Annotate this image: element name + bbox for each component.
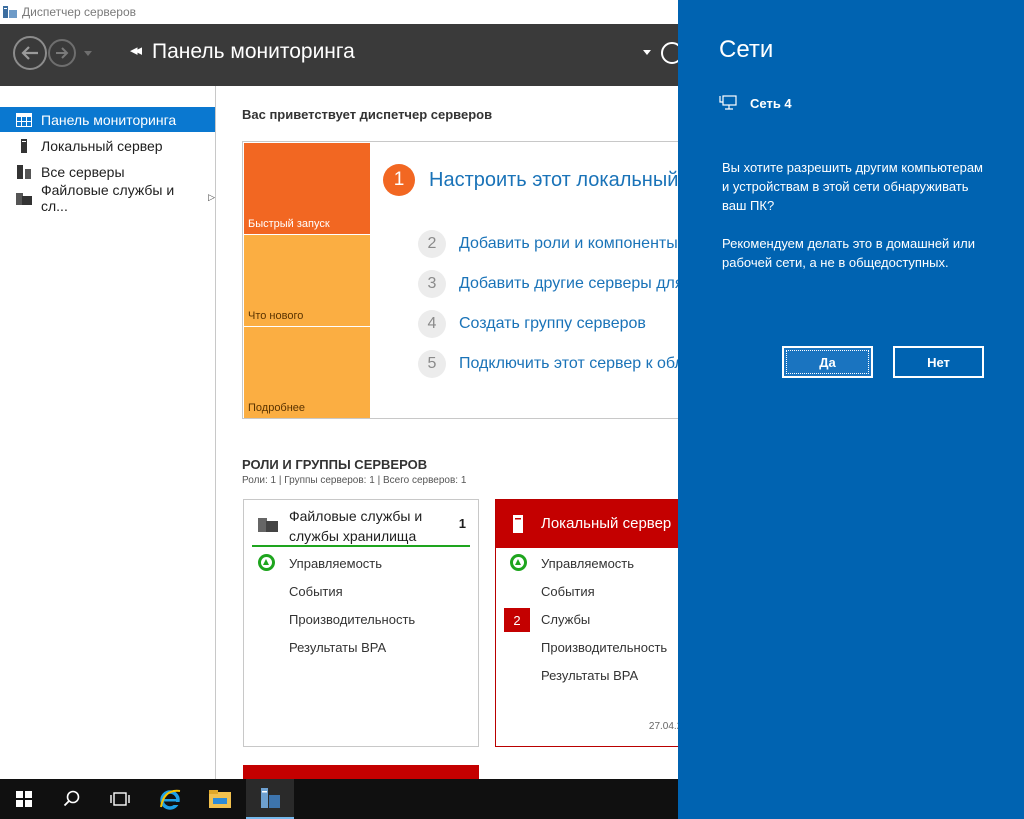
- server-icon: [16, 138, 32, 153]
- roles-heading: РОЛИ И ГРУППЫ СЕРВЕРОВ: [242, 457, 428, 472]
- step-add-roles[interactable]: 2 Добавить роли и компоненты: [418, 230, 678, 258]
- network-item: Сеть 4: [719, 95, 792, 111]
- networks-panel: Сети Сеть 4 Вы хотите разрешить другим к…: [678, 0, 1024, 819]
- card-title: Файловые службы и службы хранилища: [289, 506, 422, 546]
- internet-explorer-button[interactable]: [146, 779, 194, 819]
- networks-title: Сети: [719, 36, 774, 63]
- card-row-performance[interactable]: Производительность: [541, 640, 667, 655]
- file-services-icon: [258, 515, 278, 537]
- history-dropdown-icon[interactable]: [84, 51, 92, 56]
- server-manager-app-icon: [3, 5, 17, 19]
- sidebar-item-label: Все серверы: [41, 163, 125, 180]
- sidebar-item-label: Локальный сервер: [41, 137, 163, 154]
- forward-button[interactable]: [48, 39, 76, 67]
- status-ok-icon: [258, 554, 275, 571]
- step-number: 2: [418, 230, 446, 258]
- card-header[interactable]: Файловые службы и службы хранилища 1: [244, 500, 478, 548]
- file-services-icon: [16, 191, 32, 205]
- network-name: Сеть 4: [750, 95, 792, 111]
- start-button[interactable]: [0, 779, 48, 819]
- task-view-button[interactable]: [96, 779, 144, 819]
- tile-label: Быстрый запуск: [248, 218, 330, 230]
- card-row-bpa-results[interactable]: Результаты BPA: [541, 668, 638, 683]
- step-link[interactable]: Создать группу серверов: [459, 315, 646, 333]
- card-row-services[interactable]: Службы: [541, 612, 590, 627]
- tile-label: Что нового: [248, 310, 304, 322]
- search-button[interactable]: [48, 779, 96, 819]
- wired-network-icon: [719, 95, 737, 110]
- tile-whats-new[interactable]: Что нового: [244, 235, 370, 326]
- main-content: Вас приветствует диспетчер серверов Быст…: [216, 86, 801, 779]
- start-icon: [16, 791, 32, 807]
- discovery-recommendation: Рекомендуем делать это в домашней или ра…: [722, 236, 976, 270]
- sidebar-item-file-services[interactable]: Файловые службы и сл... ▷: [0, 182, 215, 214]
- task-view-icon: [110, 792, 130, 806]
- sidebar: Панель мониторинга Локальный сервер Все …: [0, 86, 216, 779]
- card-title-line2: службы хранилища: [289, 528, 417, 544]
- status-ok-line: [252, 545, 470, 547]
- taskbar: [0, 779, 680, 819]
- role-card-file-services[interactable]: Файловые службы и службы хранилища 1 Упр…: [243, 499, 479, 747]
- step-number: 3: [418, 270, 446, 298]
- back-button[interactable]: [13, 36, 47, 70]
- expand-arrow-icon[interactable]: ▷: [208, 192, 215, 203]
- sidebar-item-dashboard[interactable]: Панель мониторинга: [0, 107, 215, 132]
- tile-label: Подробнее: [248, 402, 306, 414]
- role-card-all-servers-partial[interactable]: [243, 765, 479, 779]
- card-row-manageability[interactable]: Управляемость: [541, 556, 634, 571]
- sidebar-item-all-servers[interactable]: Все серверы: [0, 159, 215, 184]
- file-explorer-button[interactable]: [196, 779, 244, 819]
- card-row-performance[interactable]: Производительность: [289, 612, 415, 627]
- breadcrumb-chevrons-icon: ◂◂: [130, 42, 142, 59]
- server-icon: [513, 515, 523, 538]
- card-row-events[interactable]: События: [541, 584, 595, 599]
- file-explorer-icon: [209, 790, 231, 808]
- servers-icon: [16, 164, 32, 179]
- sidebar-item-local-server[interactable]: Локальный сервер: [0, 133, 215, 158]
- arrow-right-icon: [56, 47, 69, 59]
- step-number: 1: [383, 164, 415, 196]
- status-ok-icon: [510, 554, 527, 571]
- tile-quick-start[interactable]: Быстрый запуск: [244, 143, 370, 234]
- sidebar-item-label: Файловые службы и сл...: [41, 181, 175, 214]
- step-create-group[interactable]: 4 Создать группу серверов: [418, 310, 646, 338]
- search-icon: [63, 790, 80, 807]
- card-title-line1: Файловые службы и: [289, 508, 423, 524]
- quick-start-panel: Быстрый запуск Что нового Подробнее 1 На…: [242, 141, 801, 419]
- sidebar-item-label: Панель мониторинга: [41, 111, 177, 128]
- step-number: 5: [418, 350, 446, 378]
- welcome-heading: Вас приветствует диспетчер серверов: [242, 107, 493, 122]
- server-manager-icon: [261, 788, 280, 808]
- page-title: Панель мониторинга: [152, 40, 355, 63]
- card-title: Локальный сервер: [541, 515, 672, 532]
- no-button[interactable]: Нет: [893, 346, 984, 378]
- yes-button[interactable]: Да: [782, 346, 873, 378]
- server-count: 1: [458, 516, 466, 531]
- server-manager-taskbar-button[interactable]: [246, 779, 294, 819]
- header-dropdown-icon[interactable]: [643, 50, 651, 55]
- card-row-manageability[interactable]: Управляемость: [289, 556, 382, 571]
- step-number: 4: [418, 310, 446, 338]
- dashboard-icon: [16, 112, 32, 127]
- roles-summary: Роли: 1 | Группы серверов: 1 | Всего сер…: [242, 475, 467, 486]
- discovery-question: Вы хотите разрешить другим компьютерам и…: [722, 160, 983, 213]
- window-title: Диспетчер серверов: [22, 5, 137, 19]
- tile-learn-more[interactable]: Подробнее: [244, 327, 370, 418]
- internet-explorer-icon: [160, 789, 181, 810]
- card-row-bpa-results[interactable]: Результаты BPA: [289, 640, 386, 655]
- arrow-left-icon: [21, 46, 38, 60]
- step-link[interactable]: Добавить роли и компоненты: [459, 235, 678, 253]
- alert-count-badge: 2: [504, 608, 530, 632]
- header-bar: ◂◂ Панель мониторинга: [0, 24, 683, 86]
- card-row-events[interactable]: События: [289, 584, 343, 599]
